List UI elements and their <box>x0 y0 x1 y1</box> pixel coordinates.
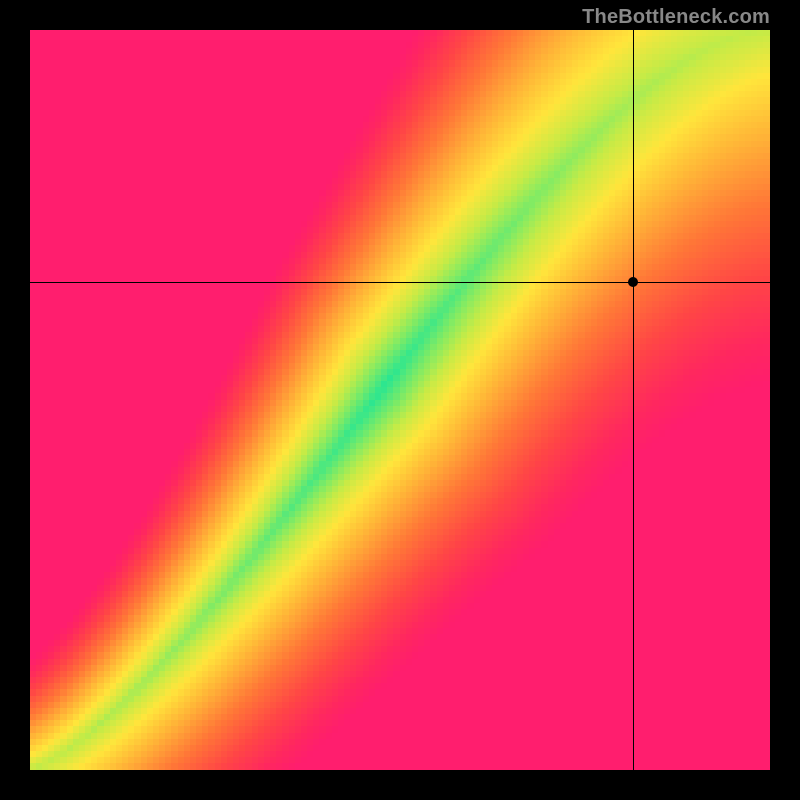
crosshair-horizontal <box>30 282 770 283</box>
plot-area <box>30 30 770 770</box>
heatmap-canvas <box>30 30 770 770</box>
watermark-text: TheBottleneck.com <box>582 6 770 29</box>
marker-dot <box>628 277 638 287</box>
chart-container: TheBottleneck.com <box>0 0 800 800</box>
crosshair-vertical <box>633 30 634 770</box>
